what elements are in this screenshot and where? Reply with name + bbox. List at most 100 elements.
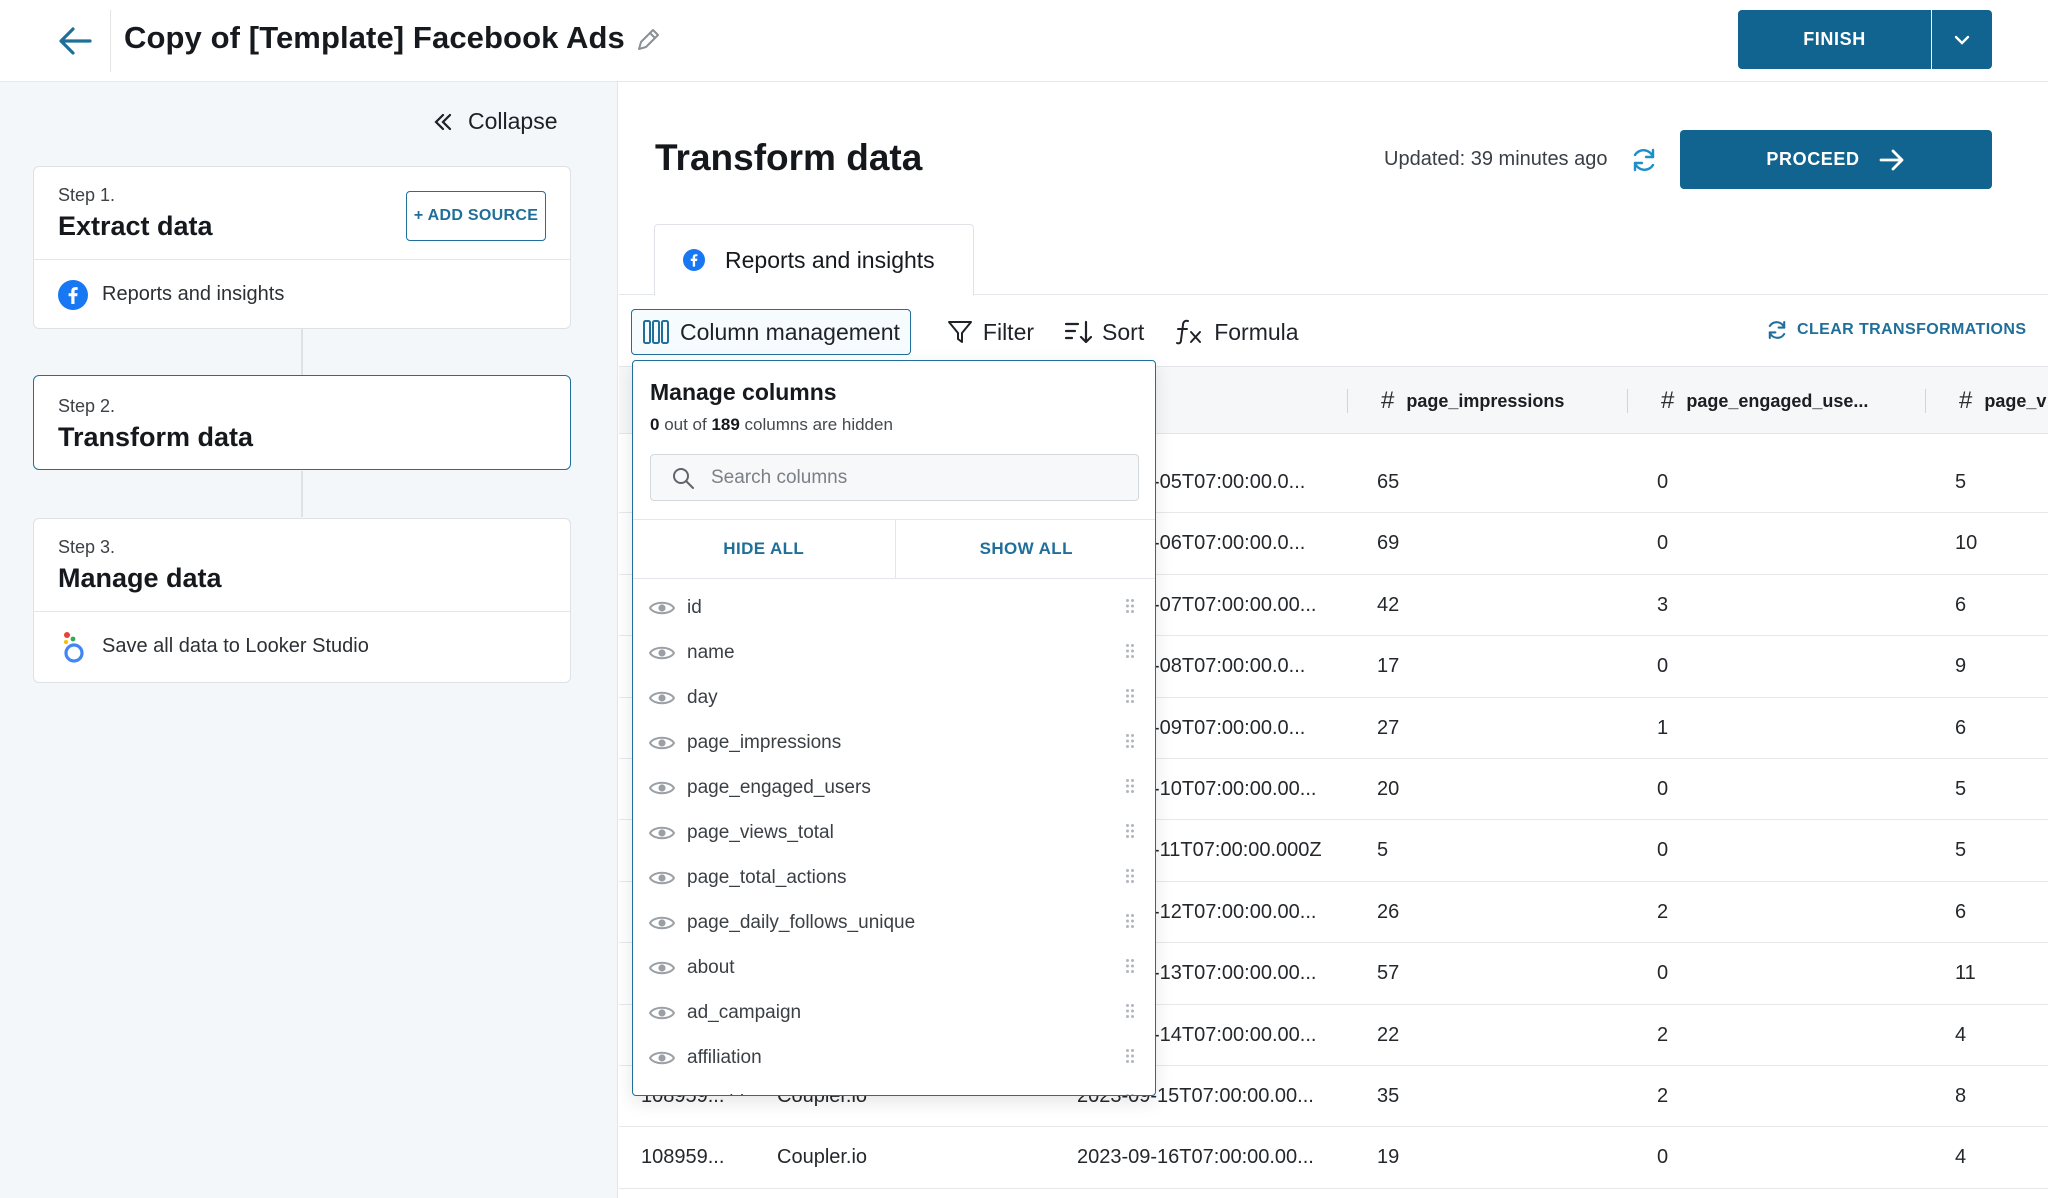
column-list-item[interactable]: affiliation [633, 1035, 1155, 1080]
collapse-button[interactable]: Collapse [432, 108, 558, 135]
updated-status: Updated: 39 minutes ago [1384, 148, 1608, 170]
column-management-label: Column management [680, 318, 900, 345]
tab-reports-and-insights[interactable]: Reports and insights [654, 224, 974, 296]
cell-page-views: 6 [1955, 716, 1967, 739]
drag-handle-icon[interactable] [1125, 868, 1135, 884]
column-name: page_views_total [687, 821, 834, 843]
filter-button[interactable]: Filter [937, 309, 1044, 355]
cell-page-engaged-users: 2 [1657, 900, 1669, 923]
cell-page-engaged-users: 0 [1657, 471, 1669, 493]
drag-handle-icon[interactable] [1125, 1003, 1135, 1019]
columns-icon [643, 320, 669, 344]
step-extract-data[interactable]: Step 1. Extract data + ADD SOURCE Report… [33, 166, 571, 329]
column-management-button[interactable]: Column management [631, 309, 911, 355]
cell-page-impressions: 19 [1377, 1146, 1400, 1169]
step-manage-data[interactable]: Step 3. Manage data Save all data to Loo… [33, 518, 571, 683]
column-list-item[interactable]: app_id [633, 1080, 1155, 1097]
back-arrow-icon[interactable] [52, 18, 98, 64]
drag-handle-icon[interactable] [1125, 1048, 1135, 1064]
cell-day: -06T07:00:00.0... [1153, 532, 1306, 555]
step-transform-data[interactable]: Step 2. Transform data [33, 375, 571, 470]
eye-icon[interactable] [649, 734, 675, 752]
search-columns-input[interactable] [711, 466, 1131, 489]
page-title: Copy of [Template] Facebook Ads [124, 20, 625, 55]
column-header-page-engaged-users[interactable]: # page_engaged_use... [1661, 367, 1911, 435]
column-header-page-impressions[interactable]: # page_impressions [1381, 367, 1631, 435]
eye-icon[interactable] [649, 599, 675, 617]
cell-page-views: 4 [1955, 1146, 1967, 1169]
proceed-label: PROCEED [1766, 149, 1860, 169]
refresh-icon[interactable] [1629, 145, 1661, 177]
column-list-item[interactable]: page_total_actions [633, 855, 1155, 900]
show-all-button[interactable]: SHOW ALL [894, 520, 1156, 578]
eye-icon[interactable] [649, 824, 675, 842]
arrow-right-icon [1879, 149, 1904, 170]
chevron-down-icon[interactable] [1932, 10, 1992, 69]
formula-button[interactable]: Formula [1164, 309, 1308, 355]
source-item[interactable]: Reports and insights [34, 259, 570, 329]
eye-icon[interactable] [649, 959, 675, 977]
drag-handle-icon[interactable] [1125, 688, 1135, 704]
eye-icon[interactable] [649, 1004, 675, 1022]
destination-item[interactable]: Save all data to Looker Studio [34, 611, 570, 681]
add-source-button[interactable]: + ADD SOURCE [406, 191, 546, 241]
bulk-actions: HIDE ALL SHOW ALL [633, 519, 1156, 579]
column-list-item[interactable]: name [633, 630, 1155, 675]
cell-day: -12T07:00:00.00... [1153, 900, 1317, 923]
column-list-item[interactable]: page_views_total [633, 810, 1155, 855]
search-columns-field[interactable] [650, 454, 1139, 501]
table-row[interactable]: 108959... Coupler.io 2023-09-16T07:00:00.0… [619, 1127, 2048, 1189]
filter-label: Filter [982, 318, 1035, 345]
eye-icon[interactable] [649, 869, 675, 887]
drag-handle-icon[interactable] [1125, 913, 1135, 929]
eye-icon[interactable] [649, 779, 675, 797]
eye-icon[interactable] [649, 1094, 675, 1097]
eye-icon[interactable] [649, 644, 675, 662]
cell-day: -08T07:00:00.0... [1153, 655, 1306, 678]
column-name: page_total_actions [687, 866, 847, 888]
cell-day: -05T07:00:00.0... [1153, 471, 1306, 493]
column-name: about [687, 956, 735, 978]
column-list-item[interactable]: page_impressions [633, 720, 1155, 765]
eye-icon[interactable] [649, 1049, 675, 1067]
proceed-button[interactable]: PROCEED [1680, 130, 1992, 189]
pencil-icon[interactable] [634, 26, 664, 56]
cell-id: 108959... [641, 1146, 725, 1169]
sort-button[interactable]: Sort [1054, 309, 1154, 355]
column-list-item[interactable]: page_engaged_users [633, 765, 1155, 810]
cell-page-views: 5 [1955, 839, 1967, 862]
column-list-item[interactable]: day [633, 675, 1155, 720]
tab-label: Reports and insights [725, 246, 935, 273]
drag-handle-icon[interactable] [1125, 778, 1135, 794]
top-bar: Copy of [Template] Facebook Ads FINISH [0, 0, 2048, 82]
column-header-label: page_impressions [1406, 390, 1565, 411]
column-list-item[interactable]: about [633, 945, 1155, 990]
cell-page-engaged-users: 0 [1657, 839, 1669, 862]
finish-button[interactable]: FINISH [1738, 10, 1931, 69]
column-header-label: page_v [1984, 390, 2047, 411]
cell-page-impressions: 22 [1377, 1023, 1400, 1046]
column-name: page_engaged_users [687, 776, 871, 798]
drag-handle-icon[interactable] [1125, 823, 1135, 839]
column-name: id [687, 596, 702, 618]
column-header-page-views[interactable]: # page_v [1959, 367, 2048, 435]
eye-icon[interactable] [649, 914, 675, 932]
column-name: app_id [687, 1092, 744, 1096]
drag-handle-icon[interactable] [1125, 958, 1135, 974]
clear-transformations-button[interactable]: CLEAR TRANSFORMATIONS [1765, 318, 2026, 342]
cell-day: -07T07:00:00.00... [1153, 593, 1317, 616]
header-divider [110, 10, 111, 72]
drag-handle-icon[interactable] [1125, 733, 1135, 749]
drag-handle-icon[interactable] [1125, 643, 1135, 659]
step-label: Step 2. [58, 396, 116, 416]
drag-handle-icon[interactable] [1125, 598, 1135, 614]
column-list-item[interactable]: page_daily_follows_unique [633, 900, 1155, 945]
hide-all-button[interactable]: HIDE ALL [633, 520, 895, 578]
column-list-item[interactable]: id [633, 585, 1155, 630]
cell-page-impressions: 57 [1377, 962, 1400, 985]
cell-page-engaged-users: 3 [1657, 593, 1669, 616]
cell-page-views: 6 [1955, 900, 1967, 923]
drag-handle-icon[interactable] [1125, 1093, 1135, 1096]
eye-icon[interactable] [649, 689, 675, 707]
column-list-item[interactable]: ad_campaign [633, 990, 1155, 1035]
